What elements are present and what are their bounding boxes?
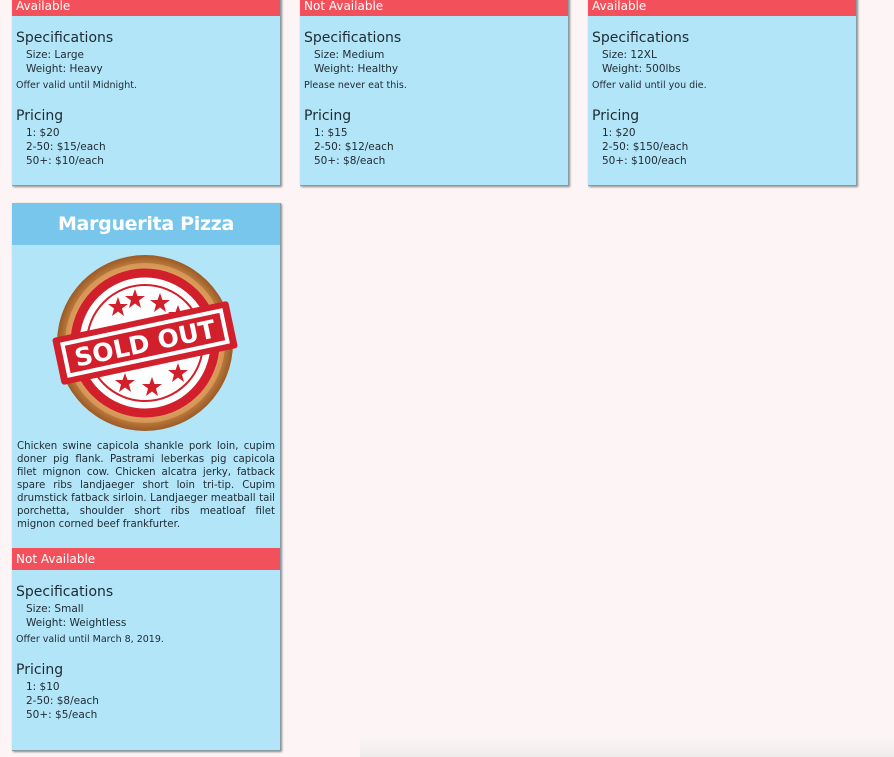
price-tier-3: 50+: $8/each	[314, 155, 386, 167]
offer-text: Please never eat this.	[304, 80, 407, 91]
price-tier-3: 50+: $100/each	[602, 155, 687, 167]
spec-weight: Weight: 500lbs	[602, 63, 681, 75]
spec-weight: Weight: Heavy	[26, 63, 103, 75]
pizza-image: SOLD OUT	[12, 245, 280, 440]
price-tier-1: 1: $20	[602, 127, 636, 139]
price-tier-1: 1: $20	[26, 127, 60, 139]
sold-out-pizza-image: SOLD OUT	[52, 255, 238, 431]
price-tier-3: 50+: $5/each	[26, 709, 98, 721]
price-tier-2: 2-50: $15/each	[26, 141, 106, 153]
price-tier-1: 1: $15	[314, 127, 348, 139]
price-tier-3: 50+: $10/each	[26, 155, 104, 167]
availability-banner: Available	[588, 0, 856, 16]
offer-text: Offer valid until you die.	[592, 80, 707, 91]
price-tier-2: 2-50: $8/each	[26, 695, 99, 707]
offer-text: Offer valid until March 8, 2019.	[16, 634, 164, 645]
product-card-marguerita: Marguerita Pizza SOLD OUT Chicken swine …	[12, 203, 281, 751]
product-card-2: Not Available Specifications Size: Mediu…	[300, 0, 569, 186]
specifications-heading: Specifications	[16, 584, 114, 600]
price-tier-1: 1: $10	[26, 681, 60, 693]
specifications-heading: Specifications	[16, 30, 114, 46]
specifications-heading: Specifications	[304, 30, 402, 46]
product-card-3: Available Specifications Size: 12XL Weig…	[588, 0, 857, 186]
price-tier-2: 2-50: $12/each	[314, 141, 394, 153]
spec-size: Size: 12XL	[602, 49, 657, 61]
availability-banner: Not Available	[300, 0, 568, 16]
product-title: Marguerita Pizza	[12, 203, 280, 245]
spec-weight: Weight: Weightless	[26, 617, 127, 629]
spec-size: Size: Large	[26, 49, 84, 61]
offer-text: Offer valid until Midnight.	[16, 80, 137, 91]
price-tier-2: 2-50: $150/each	[602, 141, 689, 153]
availability-banner: Not Available	[12, 548, 280, 570]
availability-banner: Available	[12, 0, 280, 16]
product-description: Chicken swine capicola shankle pork loin…	[17, 441, 275, 530]
pricing-heading: Pricing	[304, 108, 352, 124]
product-card-1: Available Specifications Size: Large Wei…	[12, 0, 281, 186]
specifications-heading: Specifications	[592, 30, 690, 46]
spec-size: Size: Medium	[314, 49, 385, 61]
spec-size: Size: Small	[26, 603, 84, 615]
spec-weight: Weight: Healthy	[314, 63, 399, 75]
bottom-shadow	[360, 736, 894, 757]
pricing-heading: Pricing	[16, 662, 64, 678]
pricing-heading: Pricing	[16, 108, 64, 124]
pricing-heading: Pricing	[592, 108, 640, 124]
